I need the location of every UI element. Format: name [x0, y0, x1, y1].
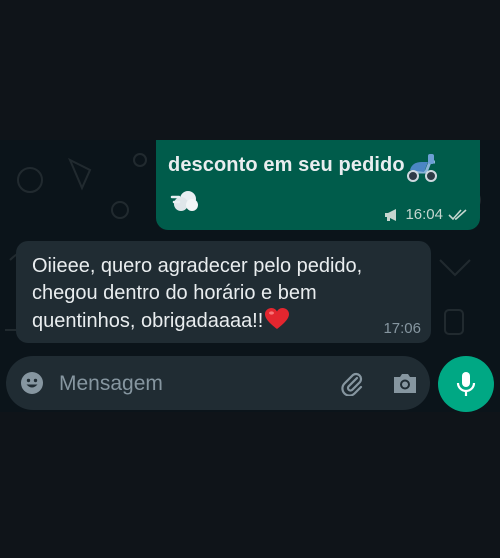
double-check-icon [448, 208, 467, 220]
incoming-line: chegou dentro do horário e bem [32, 282, 317, 304]
outgoing-time: 16:04 [405, 206, 443, 223]
emoji-icon[interactable] [20, 371, 44, 395]
incoming-line: quentinhos, obrigadaaaa!! [32, 310, 264, 332]
incoming-line: Oiieee, quero agradecer pelo pedido, [32, 255, 363, 277]
outgoing-meta: 16:04 [384, 206, 468, 223]
outgoing-message-text: desconto em seu pedido [168, 154, 405, 176]
message-composer: Mensagem [6, 356, 430, 410]
megaphone-icon [385, 208, 397, 221]
dash-emoji [170, 191, 198, 211]
incoming-message-text: Oiieee, quero agradecer pelo pedido, che… [32, 253, 392, 335]
outgoing-message[interactable]: desconto em seu pedido 16:04 [156, 140, 480, 230]
incoming-message[interactable]: Oiieee, quero agradecer pelo pedido, che… [16, 241, 431, 343]
microphone-button[interactable] [438, 356, 494, 412]
microphone-icon [456, 372, 476, 396]
incoming-time: 17:06 [383, 320, 421, 337]
scooter-emoji [407, 154, 437, 182]
red-heart-emoji [265, 308, 290, 329]
camera-icon[interactable] [392, 372, 418, 394]
paperclip-icon[interactable] [339, 370, 365, 396]
message-input[interactable]: Mensagem [59, 372, 163, 396]
